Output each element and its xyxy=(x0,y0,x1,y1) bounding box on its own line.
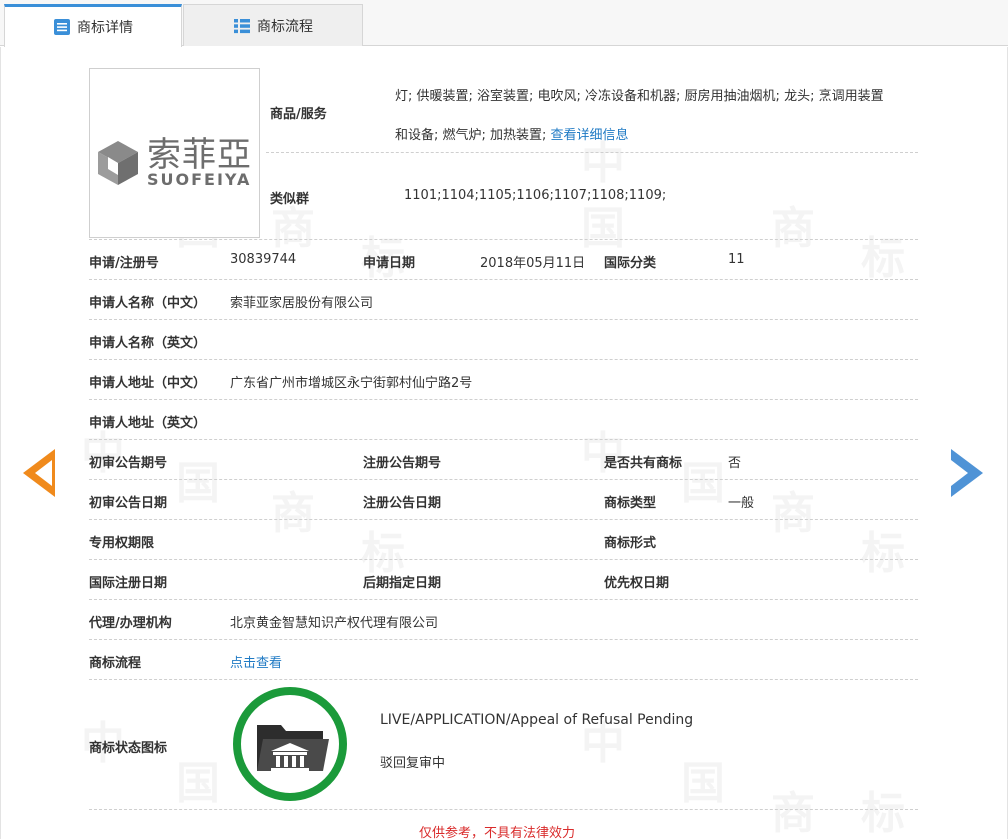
trademark-detail-panel: 中 国 商 标 中 国 商 标 中 国 商 标 中 国 商 标 中 国 中 国 … xyxy=(0,47,1008,839)
reg-number-value: 30839744 xyxy=(230,252,297,267)
tm-type-value: 一般 xyxy=(728,496,755,511)
tab-label: 商标流程 xyxy=(257,18,313,35)
prev-arrow-cutout xyxy=(35,460,52,486)
process-label: 商标流程 xyxy=(89,656,142,671)
applicant-cn-value: 索菲亚家居股份有限公司 xyxy=(230,296,374,311)
watermark: 商 xyxy=(271,477,315,541)
goods-text-line2: 和设备; 燃气炉; 加热装置; 查看详细信息 xyxy=(395,116,919,155)
status-label: 商标状态图标 xyxy=(89,741,168,756)
divider xyxy=(89,319,918,320)
divider xyxy=(89,399,918,400)
tab-bar: 商标详情 商标流程 xyxy=(0,0,1008,47)
agent-label: 代理/办理机构 xyxy=(89,616,172,631)
status-chinese-text: 驳回复审中 xyxy=(380,756,446,771)
applicant-en-label: 申请人名称（英文） xyxy=(89,336,207,351)
view-detail-link[interactable]: 查看详细信息 xyxy=(551,128,629,143)
divider xyxy=(89,599,918,600)
apply-date-label: 申请日期 xyxy=(363,256,416,271)
goods-text-line2-content: 和设备; 燃气炉; 加热装置; xyxy=(395,128,547,143)
divider xyxy=(266,152,918,153)
address-cn-value: 广东省广州市增城区永宁街郭村仙宁路2号 xyxy=(230,376,473,391)
similar-group-value: 1101;1104;1105;1106;1107;1108;1109; xyxy=(404,188,667,203)
goods-list: 灯; 供暖装置; 浴室装置; 电吹风; 冷冻设备和机器; 厨房用抽油烟机; 龙头… xyxy=(395,77,919,155)
watermark: 中 xyxy=(581,417,625,481)
disclaimer-text: 仅供参考，不具有法律效力 xyxy=(419,826,576,839)
list-icon xyxy=(234,18,250,33)
goods-text-line1: 灯; 供暖装置; 浴室装置; 电吹风; 冷冻设备和机器; 厨房用抽油烟机; 龙头… xyxy=(395,89,884,104)
reg-pub-date-label: 注册公告日期 xyxy=(363,496,442,511)
exclusive-period-label: 专用权期限 xyxy=(89,536,155,551)
goods-label: 商品/服务 xyxy=(270,107,327,122)
intl-class-value: 11 xyxy=(728,252,745,267)
reg-number-label: 申请/注册号 xyxy=(89,256,159,271)
divider xyxy=(89,559,918,560)
intl-reg-date-label: 国际注册日期 xyxy=(89,576,168,591)
prelim-pub-no-label: 初审公告期号 xyxy=(89,456,168,471)
process-view-link[interactable]: 点击查看 xyxy=(230,652,282,671)
divider xyxy=(89,809,918,810)
watermark: 商 xyxy=(771,192,815,256)
watermark: 标 xyxy=(861,222,905,286)
watermark: 标 xyxy=(861,517,905,581)
similar-group-label: 类似群 xyxy=(270,192,310,207)
agent-value: 北京黄金智慧知识产权代理有限公司 xyxy=(230,616,439,631)
priority-date-label: 优先权日期 xyxy=(604,576,670,591)
trademark-image: 索菲亞 SUOFEIYA xyxy=(89,68,260,238)
logo-cn-text: 索菲亞 xyxy=(147,135,252,175)
divider xyxy=(89,359,918,360)
applicant-cn-label: 申请人名称（中文） xyxy=(89,296,207,311)
divider xyxy=(89,279,918,280)
intl-class-label: 国际分类 xyxy=(604,256,657,271)
watermark: 国 xyxy=(681,747,725,811)
divider xyxy=(89,239,918,240)
status-english-text: LIVE/APPLICATION/Appeal of Refusal Pendi… xyxy=(380,712,694,728)
watermark: 国 xyxy=(176,747,220,811)
apply-date-value: 2018年05月11日 xyxy=(480,256,586,271)
divider xyxy=(89,439,918,440)
watermark: 商 xyxy=(771,777,815,839)
next-arrow-cutout xyxy=(951,460,968,486)
cube-logo-icon xyxy=(98,141,138,185)
watermark: 商 xyxy=(771,477,815,541)
address-cn-label: 申请人地址（中文） xyxy=(89,376,207,391)
shared-label: 是否共有商标 xyxy=(604,456,683,471)
prelim-pub-date-label: 初审公告日期 xyxy=(89,496,168,511)
document-list-icon xyxy=(54,19,70,35)
shared-value: 否 xyxy=(728,456,742,471)
address-en-label: 申请人地址（英文） xyxy=(89,416,207,431)
watermark: 标 xyxy=(861,777,905,839)
tm-type-label: 商标类型 xyxy=(604,496,657,511)
folder-court-icon xyxy=(233,687,347,801)
divider xyxy=(89,519,918,520)
tm-form-label: 商标形式 xyxy=(604,536,657,551)
tab-trademark-process[interactable]: 商标流程 xyxy=(183,4,363,46)
divider xyxy=(89,479,918,480)
logo-en-text: SUOFEIYA xyxy=(147,170,252,189)
later-designation-label: 后期指定日期 xyxy=(363,576,442,591)
tab-trademark-detail[interactable]: 商标详情 xyxy=(4,4,182,47)
reg-pub-no-label: 注册公告期号 xyxy=(363,456,442,471)
tab-label: 商标详情 xyxy=(77,20,133,36)
divider xyxy=(89,639,918,640)
divider xyxy=(89,679,918,680)
